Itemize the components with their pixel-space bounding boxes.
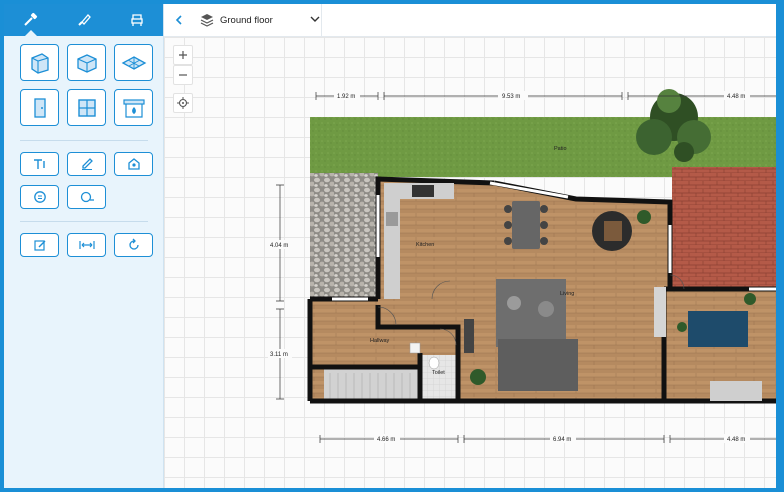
topbar-divider	[321, 4, 322, 36]
brick-terrace	[672, 167, 776, 289]
room-icon	[76, 53, 97, 73]
room-tool-button[interactable]	[67, 44, 106, 81]
sidebar-tabs	[4, 4, 163, 36]
chevron-left-icon	[175, 15, 182, 25]
tape-tool-button[interactable]	[67, 185, 106, 209]
layers-icon	[200, 14, 214, 27]
label-tool-button[interactable]	[114, 152, 153, 176]
fireplace-tool-button[interactable]	[114, 89, 153, 126]
tab-build[interactable]	[4, 4, 57, 36]
top-bar: Ground floor	[164, 4, 776, 37]
window-icon	[77, 98, 96, 117]
toilet-bowl	[428, 356, 440, 370]
room-label-patio: Patio	[554, 146, 567, 152]
collapse-sidebar-button[interactable]	[168, 9, 190, 31]
dresser	[710, 381, 762, 401]
edit-tool-button[interactable]	[20, 233, 59, 257]
door-tool-button[interactable]	[20, 89, 59, 126]
rotate-tool-button[interactable]	[114, 233, 153, 257]
living-rug	[496, 279, 566, 347]
room-label-living: Living	[560, 291, 574, 297]
floor-plan-canvas[interactable]: Patio Kitchen Living Hallway Toilet 1.92…	[164, 37, 776, 488]
sidebar-divider	[20, 221, 148, 222]
paint-brush-icon	[77, 14, 91, 26]
hammer-icon	[23, 12, 37, 26]
pencil-icon	[81, 158, 93, 170]
dimension-icon	[78, 241, 95, 249]
floor-tool-button[interactable]	[114, 44, 153, 81]
tab-paint[interactable]	[57, 4, 110, 36]
rotate-icon	[128, 238, 139, 250]
dimension-top-left: 1.92 m	[337, 94, 355, 100]
wall-tool-button[interactable]	[20, 44, 59, 81]
floor-plan-drawing: Patio Kitchen Living Hallway Toilet 1.92…	[268, 89, 776, 443]
sofa	[498, 339, 578, 391]
bed	[688, 311, 748, 347]
floor-name: Ground floor	[220, 14, 273, 26]
dimension-left-lower: 3.11 m	[270, 352, 288, 358]
dimension-bottom-right: 4.48 m	[727, 437, 745, 443]
dimension-top-right: 4.48 m	[727, 94, 745, 100]
stone-path	[310, 173, 378, 297]
tv-unit	[464, 319, 474, 353]
measure-tool-button[interactable]	[20, 185, 59, 209]
dimension-tool-button[interactable]	[67, 233, 106, 257]
door-icon	[33, 97, 46, 118]
wall-icon	[30, 52, 49, 74]
edit-icon	[33, 240, 45, 251]
room-label-hallway: Hallway	[370, 338, 390, 344]
draw-tool-button[interactable]	[67, 152, 106, 176]
cooktop	[412, 185, 434, 197]
dimension-left-upper: 4.04 m	[270, 243, 288, 249]
dining-table	[512, 201, 540, 249]
furniture-icon	[130, 14, 143, 26]
sidebar	[4, 4, 164, 488]
sidebar-divider	[20, 140, 148, 141]
room-label-toilet: Toilet	[432, 370, 445, 376]
dimension-top-middle: 9.53 m	[502, 94, 520, 100]
dimension-bottom-middle: 6.94 m	[553, 437, 571, 443]
measure-icon	[33, 191, 46, 203]
floor-selector[interactable]: Ground floor	[200, 8, 320, 32]
plant	[637, 210, 651, 224]
dimension-bottom-left: 4.66 m	[377, 437, 395, 443]
app-window: Ground floor Patio Kitchen Living Hallwa…	[4, 4, 776, 488]
label-icon	[127, 158, 140, 170]
window-tool-button[interactable]	[67, 89, 106, 126]
text-icon	[33, 159, 45, 169]
chevron-down-icon	[310, 16, 320, 22]
room-label-kitchen: Kitchen	[416, 242, 434, 248]
sink	[386, 212, 398, 226]
text-tool-button[interactable]	[20, 152, 59, 176]
tape-icon	[80, 191, 94, 203]
fireplace-icon	[122, 98, 145, 118]
floor-icon	[121, 55, 146, 70]
tab-furniture[interactable]	[110, 4, 163, 36]
plant	[470, 369, 486, 385]
sideboard	[654, 287, 666, 337]
